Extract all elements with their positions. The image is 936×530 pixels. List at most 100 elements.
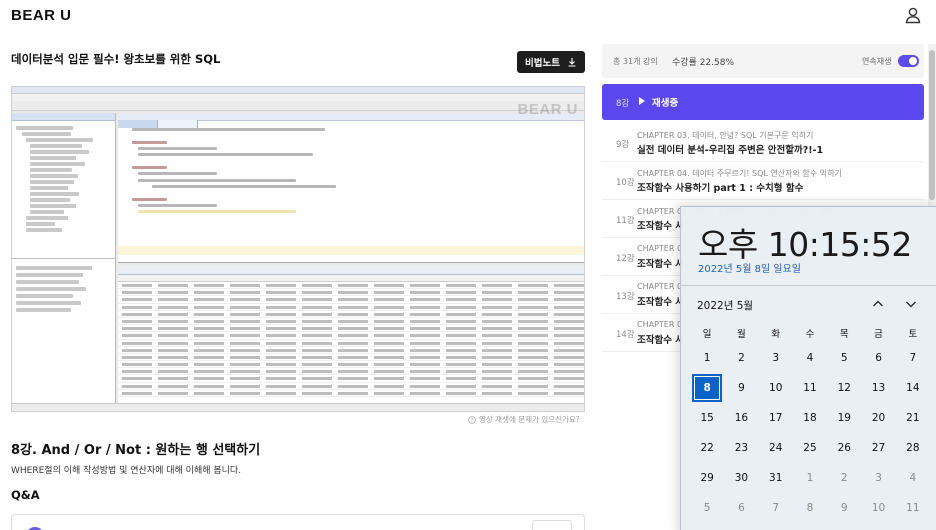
calendar-day-number: 8 xyxy=(692,374,723,402)
calendar-month-label[interactable]: 2022년 5월 xyxy=(697,298,753,313)
calendar-day[interactable]: 3 xyxy=(759,343,793,373)
lesson-number: 13강 xyxy=(616,292,635,302)
calendar-day[interactable]: 2 xyxy=(724,343,758,373)
weekday-label: 목 xyxy=(839,329,849,340)
weekday-label: 수 xyxy=(805,329,815,340)
calendar-day-today[interactable]: 8 xyxy=(690,373,724,403)
calendar-day[interactable]: 14 xyxy=(896,373,930,403)
download-icon xyxy=(568,58,576,67)
calendar-day[interactable]: 28 xyxy=(896,433,930,463)
calendar-day[interactable]: 30 xyxy=(724,463,758,493)
video-app-titlebar xyxy=(12,87,584,94)
calendar-day[interactable]: 16 xyxy=(724,403,758,433)
autoplay-toggle[interactable] xyxy=(898,55,919,67)
clock-time: 오후 10:15:52 xyxy=(698,225,912,264)
lesson-description: WHERE절의 이해 작성방법 및 연산자에 대해 이해해 봅니다. xyxy=(11,466,242,476)
qa-input-box[interactable] xyxy=(11,514,585,530)
calendar-day[interactable]: 20 xyxy=(861,403,895,433)
lesson-number: 14강 xyxy=(616,330,635,340)
calendar-day[interactable]: 11 xyxy=(896,493,930,523)
calendar-day[interactable]: 21 xyxy=(896,403,930,433)
lesson-chapter: CHAPTER 03. 데이터, 안녕? SQL 기본구문 익히기 xyxy=(637,131,814,140)
weekday-label: 금 xyxy=(874,329,883,340)
logo[interactable]: BEAR U xyxy=(11,7,72,24)
calendar-day[interactable]: 9 xyxy=(724,373,758,403)
lesson-chapter: CHAPTER 0 xyxy=(637,320,683,329)
calendar-day[interactable]: 4 xyxy=(896,463,930,493)
calendar-day[interactable]: 27 xyxy=(861,433,895,463)
calendar-day[interactable]: 10 xyxy=(759,373,793,403)
lesson-number: 11강 xyxy=(616,216,635,226)
calendar-day[interactable]: 12 xyxy=(827,373,861,403)
calendar-day[interactable]: 13 xyxy=(861,373,895,403)
calendar-day[interactable]: 15 xyxy=(690,403,724,433)
calendar-day[interactable]: 8 xyxy=(793,493,827,523)
calendar-day[interactable]: 3 xyxy=(861,463,895,493)
qa-heading: Q&A xyxy=(11,488,40,502)
calendar-day[interactable]: 17 xyxy=(759,403,793,433)
chevron-down-icon[interactable] xyxy=(904,297,918,311)
video-connections-panel xyxy=(12,113,116,403)
help-circle-icon: ? xyxy=(468,415,476,424)
lesson-title: 8강. And / Or / Not : 원하는 행 선택하기 xyxy=(11,443,261,458)
user-icon[interactable] xyxy=(904,6,922,24)
calendar-day[interactable]: 24 xyxy=(759,433,793,463)
lesson-name: 조작함수 사용하기 part 1 : 수치형 함수 xyxy=(637,183,804,194)
calendar-day[interactable]: 1 xyxy=(793,463,827,493)
chevron-up-icon[interactable] xyxy=(871,297,885,311)
video-app-menubar xyxy=(12,94,584,101)
lesson-item[interactable]: 10강 CHAPTER 04. 데이터 주무르기! SQL 연산자와 함수 익히… xyxy=(602,162,924,200)
calendar-week-row: 5 6 7 8 9 10 11 xyxy=(690,493,930,523)
video-problem-link[interactable]: ? 영상 재생에 문제가 있으신가요? xyxy=(468,414,580,425)
course-title: 데이터분석 입문 필수! 왕초보를 위한 SQL xyxy=(11,52,221,66)
calendar-day[interactable]: 25 xyxy=(793,433,827,463)
video-watermark: BEAR U xyxy=(517,101,578,118)
calendar-day[interactable]: 10 xyxy=(861,493,895,523)
clock-date-link[interactable]: 2022년 5월 8일 일요일 xyxy=(698,260,801,275)
lesson-number: 8강 xyxy=(616,99,630,109)
calendar-day[interactable]: 11 xyxy=(793,373,827,403)
calendar-day[interactable]: 18 xyxy=(793,403,827,433)
calendar-week-row: 1234567 xyxy=(690,343,930,373)
calendar-day[interactable]: 22 xyxy=(690,433,724,463)
video-sql-editor xyxy=(118,113,584,263)
calendar-week-row: 22 23 24 25 26 27 28 xyxy=(690,433,930,463)
calendar-day[interactable]: 31 xyxy=(759,463,793,493)
calendar-day[interactable]: 7 xyxy=(896,343,930,373)
weekday-header-row: 일 월 화 수 목 금 토 xyxy=(690,323,930,343)
qa-submit-button[interactable] xyxy=(532,520,572,530)
scrollbar-thumb[interactable] xyxy=(929,50,935,200)
calendar-day[interactable]: 19 xyxy=(827,403,861,433)
calendar-day[interactable]: 9 xyxy=(827,493,861,523)
lesson-chapter: CHAPTER 0 xyxy=(637,282,683,291)
calendar-day[interactable]: 6 xyxy=(724,493,758,523)
calendar-grid: 일 월 화 수 목 금 토 1 2 3 4 5 6 7 8 9 10 11 12 13 14 15 16 17 1… xyxy=(690,323,930,523)
weekday-label: 월 xyxy=(737,329,746,340)
video-app-toolbar xyxy=(12,101,584,111)
calendar-day[interactable]: 2 xyxy=(827,463,861,493)
calendar-week-row: 15 16 17 18 19 20 21 xyxy=(690,403,930,433)
calendar-day[interactable]: 4 xyxy=(793,343,827,373)
autoplay-label: 연속재생 xyxy=(862,57,892,66)
lesson-chapter: CHAPTER 0 xyxy=(637,244,683,253)
lesson-item-current[interactable]: 8강 재생중 xyxy=(602,84,924,120)
video-result-grid xyxy=(118,265,584,403)
notes-download-button[interactable]: 비법노트 xyxy=(517,51,585,73)
video-player[interactable]: BEAR U xyxy=(11,86,585,412)
lesson-item[interactable]: 9강 CHAPTER 03. 데이터, 안녕? SQL 기본구문 익히기 실전 … xyxy=(602,124,924,162)
calendar-day[interactable]: 23 xyxy=(724,433,758,463)
calendar-day[interactable]: 7 xyxy=(759,493,793,523)
calendar-day[interactable]: 26 xyxy=(827,433,861,463)
calendar-day[interactable]: 1 xyxy=(690,343,724,373)
calendar-day[interactable]: 6 xyxy=(861,343,895,373)
clock-calendar-flyout: 오후 10:15:52 2022년 5월 8일 일요일 2022년 5월 일 월… xyxy=(680,206,936,530)
course-summary-bar: 총 31개 강의 수강률 22.58% 연속재생 xyxy=(602,44,924,78)
calendar-day[interactable]: 29 xyxy=(690,463,724,493)
lesson-name: 조작함수 사 xyxy=(637,259,685,270)
calendar-day[interactable]: 5 xyxy=(827,343,861,373)
lesson-number: 12강 xyxy=(616,254,635,264)
lesson-name: 조작함수 사 xyxy=(637,221,685,232)
now-playing-label: 재생중 xyxy=(652,98,679,109)
calendar-day[interactable]: 5 xyxy=(690,493,724,523)
notes-button-label: 비법노트 xyxy=(525,58,560,69)
